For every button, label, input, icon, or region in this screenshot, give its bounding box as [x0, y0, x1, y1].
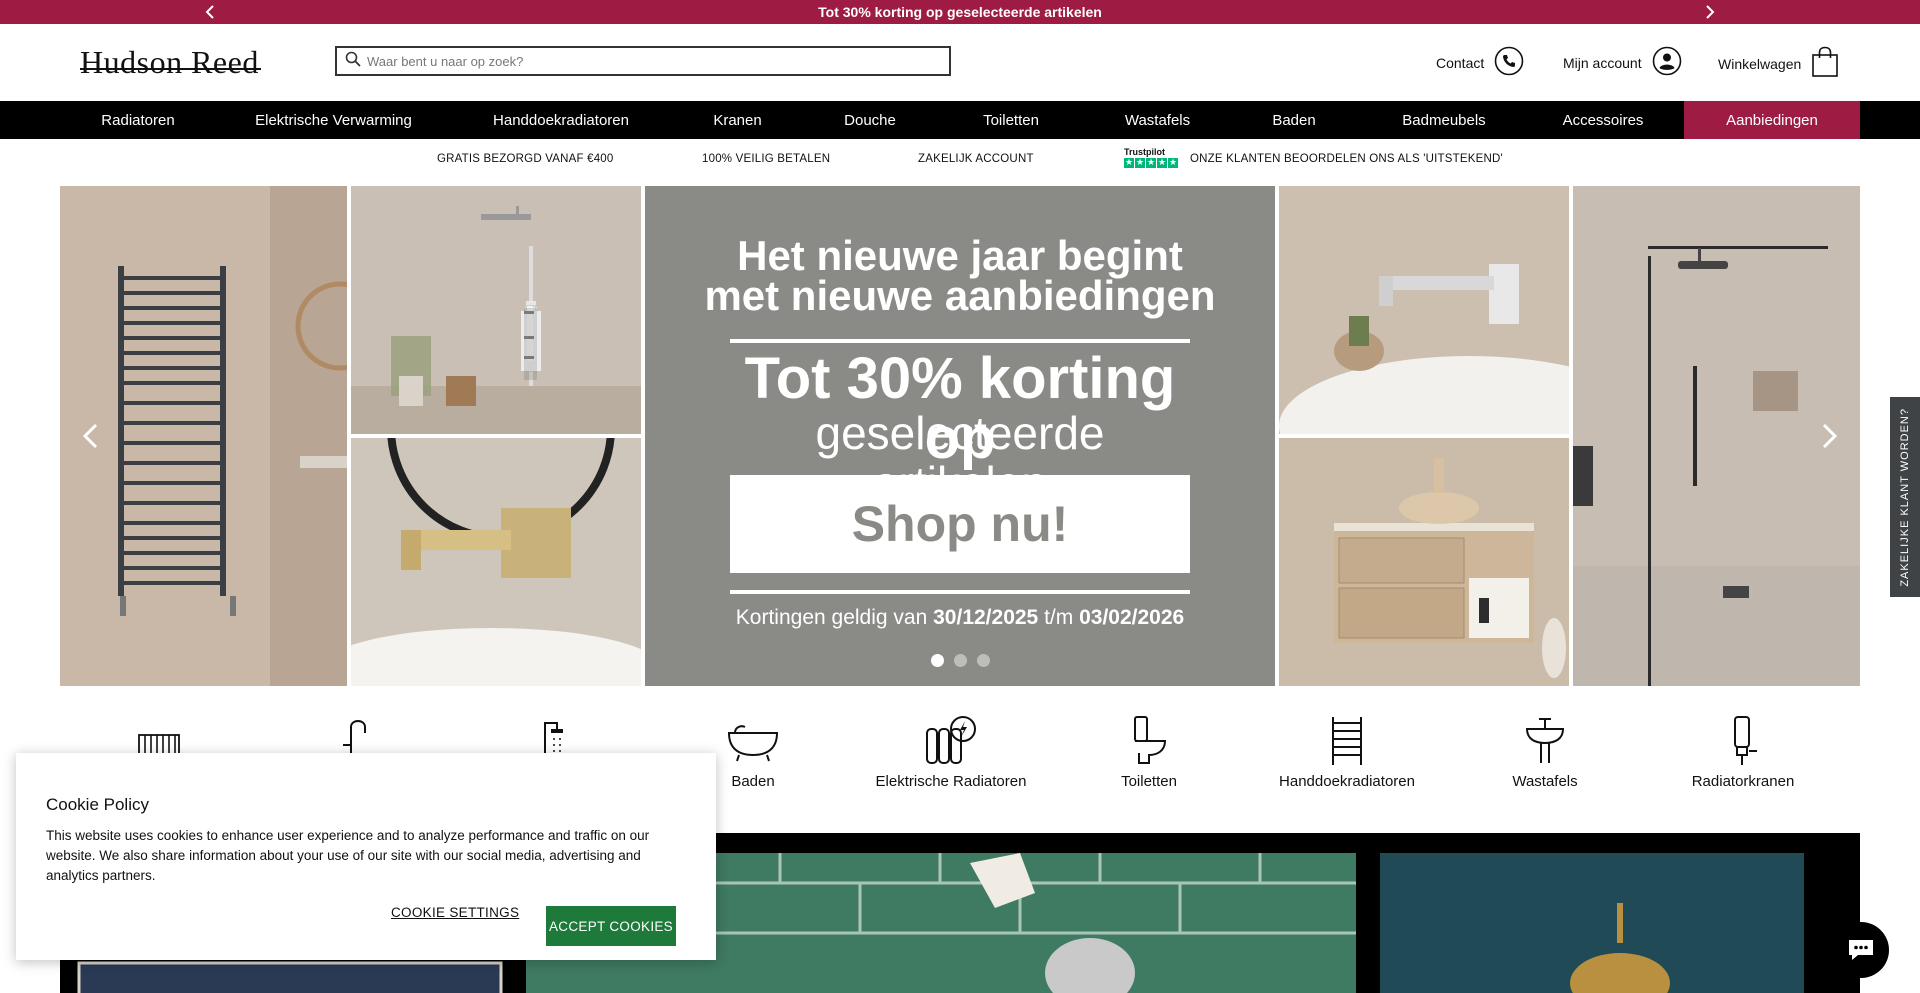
chevron-left-icon[interactable]: [198, 0, 222, 24]
hero-line-2: met nieuwe aanbiedingen: [704, 272, 1216, 319]
hero-image-spout[interactable]: [1279, 186, 1569, 434]
nav-item-wastafels[interactable]: Wastafels: [1110, 101, 1205, 139]
cart-label: Winkelwagen: [1718, 55, 1802, 72]
hero-validity: Kortingen geldig van 30/12/2025 t/m 03/0…: [730, 606, 1190, 630]
validity-date-to: 03/02/2026: [1079, 606, 1185, 629]
hero-prev-arrow-icon[interactable]: [75, 416, 105, 456]
chat-button[interactable]: [1833, 922, 1889, 978]
nav-item-kranen[interactable]: Kranen: [690, 101, 785, 139]
promo-bar: Tot 30% korting op geselecteerde artikel…: [0, 0, 1920, 24]
account-label: Mijn account: [1563, 54, 1642, 71]
account-link[interactable]: Mijn account: [1563, 46, 1682, 79]
category-label: Elektrische Radiatoren: [875, 773, 1027, 790]
carousel-dot-2[interactable]: [953, 654, 967, 667]
user-icon: [1652, 46, 1682, 79]
electric-radiator-icon: [926, 716, 976, 764]
category-elektrische-radiatoren[interactable]: Elektrische Radiatoren: [852, 706, 1050, 790]
usp-trustpilot-text: ONZE KLANTEN BEOORDELEN ONS ALS 'UITSTEK…: [1190, 153, 1503, 165]
trustpilot-stars-icon: [1124, 157, 1182, 168]
basin-icon: [1525, 718, 1565, 763]
chat-bubble-icon: [1849, 940, 1873, 960]
shop-now-button[interactable]: Shop nu!: [730, 475, 1190, 573]
nav-item-douche[interactable]: Douche: [820, 101, 920, 139]
category-wastafels[interactable]: Wastafels: [1446, 706, 1644, 790]
hero-next-arrow-icon[interactable]: [1815, 416, 1845, 456]
usp-secure-payment: 100% VEILIG BETALEN: [702, 153, 831, 165]
hero-divider-top: [730, 339, 1190, 343]
cart-link[interactable]: Winkelwagen: [1718, 46, 1839, 81]
usp-business-account[interactable]: ZAKELIJK ACCOUNT: [918, 153, 1034, 165]
usp-free-delivery: GRATIS BEZORGD VANAF €400: [437, 153, 614, 165]
shopping-bag-icon: [1811, 46, 1839, 81]
category-label: Handdoekradiatoren: [1279, 773, 1415, 790]
nav-item-accessoires[interactable]: Accessoires: [1550, 101, 1656, 139]
bathtub-icon: [727, 725, 779, 762]
business-customer-tab[interactable]: ZAKELIJKE KLANT WORDEN?: [1890, 397, 1920, 597]
category-label: Radiatorkranen: [1691, 773, 1795, 790]
trustpilot-label: Trustpilot: [1124, 147, 1165, 157]
validity-sep: t/m: [1044, 606, 1074, 629]
carousel-dots: [645, 654, 1275, 667]
carousel-dot-1[interactable]: [930, 654, 944, 667]
logo-text: Hudson Reed: [80, 44, 259, 80]
site-logo[interactable]: Hudson Reed: [80, 44, 261, 81]
cookie-body: This website uses cookies to enhance use…: [46, 828, 650, 883]
category-handdoekradiatoren[interactable]: Handdoekradiatoren: [1248, 706, 1446, 790]
search-input[interactable]: [367, 53, 927, 69]
carousel-dot-3[interactable]: [976, 654, 990, 667]
validity-prefix: Kortingen geldig van: [735, 606, 928, 629]
cookie-title: Cookie Policy: [46, 795, 149, 814]
cookie-settings-button[interactable]: COOKIE SETTINGS: [391, 905, 519, 920]
contact-label: Contact: [1436, 54, 1485, 71]
trustpilot-badge[interactable]: Trustpilot: [1124, 147, 1182, 175]
contact-link[interactable]: Contact: [1436, 46, 1524, 79]
toilet-icon: [1134, 716, 1167, 764]
search-icon: [345, 51, 361, 72]
hero-line-1: Het nieuwe jaar begint: [737, 232, 1183, 279]
hero-image-vanity-unit[interactable]: [1279, 438, 1569, 686]
usp-strip: GRATIS BEZORGD VANAF €400 100% VEILIG BE…: [0, 139, 1920, 185]
hero-image-gold-tap[interactable]: [351, 438, 641, 686]
nav-item-badmeubels[interactable]: Badmeubels: [1390, 101, 1498, 139]
main-nav: Radiatoren Elektrische Verwarming Handdo…: [0, 101, 1920, 139]
validity-date-from: 30/12/2025: [933, 606, 1039, 629]
search-box[interactable]: [335, 46, 951, 76]
radiator-valve-icon: [1734, 716, 1757, 765]
chevron-right-icon[interactable]: [1698, 0, 1722, 24]
category-radiatorkranen[interactable]: Radiatorkranen: [1644, 706, 1842, 790]
hero-promo-panel: Het nieuwe jaar begint met nieuwe aanbie…: [645, 186, 1275, 686]
phone-icon: [1494, 46, 1524, 79]
nav-item-toiletten[interactable]: Toiletten: [960, 101, 1062, 139]
nav-item-radiatoren[interactable]: Radiatoren: [80, 101, 196, 139]
towel-radiator-icon: [1332, 717, 1362, 765]
nav-item-elektrische-verwarming[interactable]: Elektrische Verwarming: [236, 101, 431, 139]
category-label: Wastafels: [1512, 773, 1578, 790]
site-header: Hudson Reed Contact Mijn account Winkelw…: [0, 24, 1920, 101]
business-customer-label: ZAKELIJKE KLANT WORDEN?: [1899, 407, 1911, 587]
nav-item-baden[interactable]: Baden: [1250, 101, 1338, 139]
hero-banner: Het nieuwe jaar begint met nieuwe aanbie…: [60, 186, 1860, 686]
hero-image-shower[interactable]: [351, 186, 641, 434]
accept-cookies-button[interactable]: ACCEPT COOKIES: [546, 906, 676, 946]
nav-item-handdoekradiatoren[interactable]: Handdoekradiatoren: [476, 101, 646, 139]
logo-underline: [80, 68, 261, 70]
hero-intro: Het nieuwe jaar begint met nieuwe aanbie…: [645, 232, 1275, 319]
promo-text[interactable]: Tot 30% korting op geselecteerde artikel…: [818, 4, 1102, 20]
category-label: Toiletten: [1121, 773, 1177, 790]
nav-item-aanbiedingen[interactable]: Aanbiedingen: [1684, 101, 1860, 139]
hero-divider-bottom: [730, 590, 1190, 594]
cookie-dialog: Cookie Policy This website uses cookies …: [16, 753, 716, 960]
category-toiletten[interactable]: Toiletten: [1050, 706, 1248, 790]
